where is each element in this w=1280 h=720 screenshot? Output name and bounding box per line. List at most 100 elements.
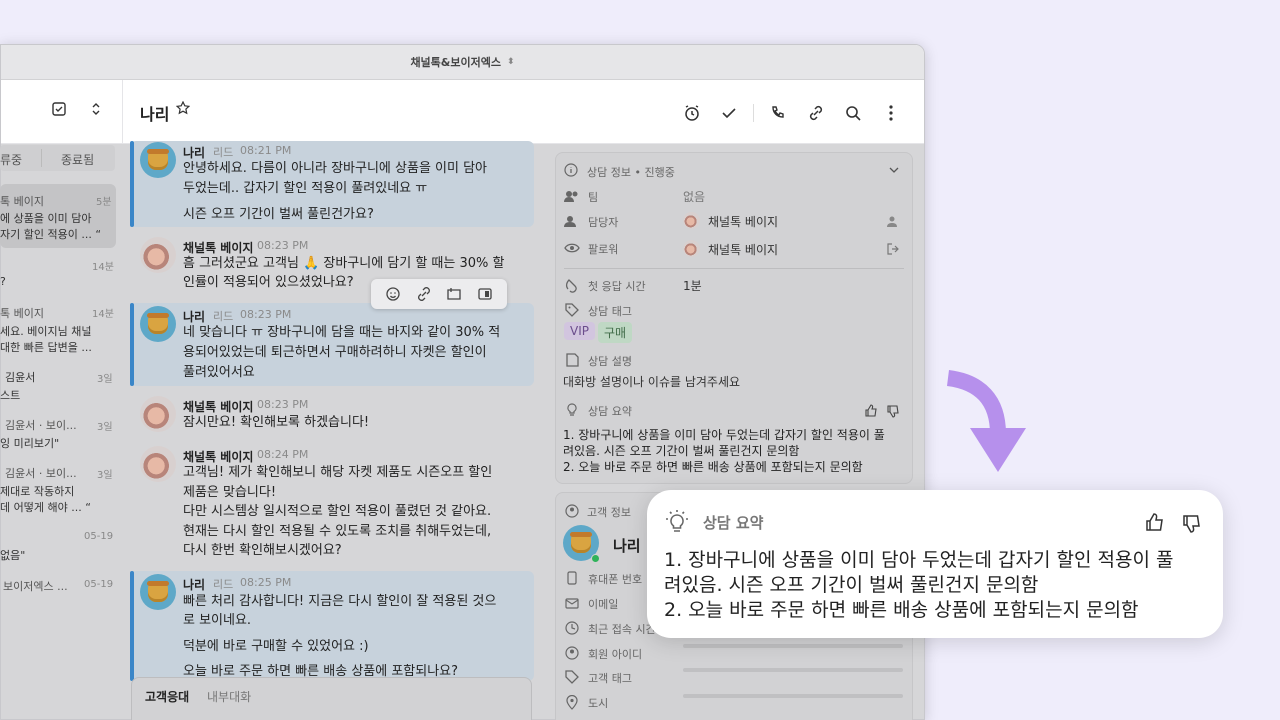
thumbs-down-icon[interactable] (886, 404, 900, 418)
mobile-icon (566, 570, 578, 586)
desc-label: 상담 설명 (588, 355, 632, 368)
message-text: 잠시만요! 확인해보록 하겠습니다! (183, 415, 370, 430)
composer[interactable] (131, 677, 532, 720)
list-item-preview: 에 상품을 이미 담아 (0, 212, 92, 225)
avatar (140, 574, 176, 610)
message-text: 빠른 처리 감사합니다! 지금은 다시 할인이 잘 적용된 것으 (183, 594, 497, 609)
search-icon[interactable] (842, 102, 864, 124)
mail-icon (564, 596, 580, 610)
add-reaction-icon[interactable] (384, 285, 402, 303)
clock-icon (564, 620, 580, 636)
link-icon[interactable] (415, 285, 433, 303)
arrow-icon (946, 370, 1026, 472)
eye-icon (564, 242, 580, 254)
list-item-preview: 대한 빠른 답변을 ... (0, 341, 92, 354)
star-icon[interactable] (175, 100, 191, 116)
check-icon[interactable] (718, 102, 740, 124)
field-label: 최근 접속 시간 (588, 623, 656, 636)
popup-title: 상담 요약 (703, 514, 764, 532)
more-icon[interactable] (880, 102, 902, 124)
placeholder-line (683, 694, 903, 698)
tab-customer-reply[interactable]: 고객응대 (145, 688, 189, 705)
message-text: 덕분에 바로 구매할 수 있었어요 :) (183, 639, 369, 654)
list-item-name: 김윤서 · 보이... (5, 419, 77, 432)
info-title: 상담 정보 • 진행중 (587, 166, 675, 179)
message-role: 리드 (213, 146, 234, 159)
assignee-value[interactable]: 채널톡 베이지 (708, 213, 778, 230)
list-item-preview: 스트 (0, 389, 21, 402)
message-text: 용되어있었는데 퇴근하면서 구매하려하니 자켓은 할인이 (183, 345, 487, 360)
info-icon (564, 163, 578, 177)
divider (753, 104, 754, 122)
bulb-icon (564, 401, 580, 417)
message-text: 안녕하세요. 다름이 아니라 장바구니에 상품을 이미 담아 (183, 161, 488, 176)
assign-icon[interactable] (886, 214, 900, 228)
tag-icon (564, 669, 580, 685)
thumbs-down-icon[interactable] (1181, 513, 1203, 535)
panel-icon[interactable] (476, 285, 494, 303)
list-item-date: 05-19 (84, 579, 114, 590)
message-time: 08:25 PM (240, 576, 292, 589)
list-item-name: 톡 베이지 (0, 307, 44, 320)
tag-purchase[interactable]: 구매 (598, 322, 633, 343)
divider (41, 149, 42, 167)
chevron-down-icon[interactable] (888, 165, 900, 175)
bookmark-icon[interactable] (445, 285, 463, 303)
list-item-name: 보이저엑스 ... (3, 580, 68, 593)
avatar (140, 396, 176, 432)
message-text: 다만 시스템상 일시적으로 할인 적용이 풀렸던 것 같아요. (183, 504, 492, 519)
phone-icon[interactable] (767, 102, 789, 124)
field-label: 도시 (588, 697, 609, 710)
thumbs-up-icon[interactable] (1144, 511, 1166, 533)
message-action-toolbar (371, 279, 507, 309)
list-item-date: 05-19 (84, 531, 114, 542)
workspace-switch-icon[interactable]: ⬍ (507, 57, 515, 67)
sort-icon[interactable] (90, 101, 102, 117)
alarm-icon[interactable] (681, 102, 703, 124)
team-value[interactable]: 없음 (683, 188, 705, 205)
tags-label: 상담 태그 (588, 305, 632, 318)
list-item-preview: 없음" (0, 549, 26, 562)
message-text: 다시 한번 확인해보시겠어요? (183, 543, 342, 558)
follower-label: 팔로워 (588, 243, 619, 256)
tag-vip[interactable]: VIP (564, 322, 595, 340)
tab-closed[interactable]: 종료됨 (61, 151, 94, 168)
first-response-value: 1분 (683, 279, 702, 293)
message-role: 리드 (213, 578, 234, 591)
link-icon[interactable] (805, 102, 827, 124)
tag-icon (564, 302, 580, 318)
customer-info-title: 고객 정보 (587, 506, 631, 519)
member-id-icon (564, 645, 580, 661)
message-time: 08:24 PM (257, 448, 309, 461)
list-item-date: 3일 (97, 374, 113, 385)
checkbox-icon[interactable] (51, 101, 67, 117)
avatar (140, 142, 176, 178)
message-role: 리드 (213, 310, 234, 323)
avatar (140, 446, 176, 482)
message-time: 08:21 PM (240, 144, 292, 157)
popup-line: 려있음. 시즌 오프 기간이 벌써 풀린건지 문의함 (664, 574, 1039, 596)
titlebar: 채널톡&보이저엑스 ⬍ (1, 45, 924, 80)
list-item-preview: 자기 할인 적용이 ... “ (0, 228, 102, 241)
exit-icon[interactable] (886, 242, 900, 256)
bulb-icon (665, 508, 689, 536)
list-item-preview: 데 어떻게 해야 ... “ (0, 501, 91, 514)
assignee-icon (564, 214, 580, 228)
thumbs-up-icon[interactable] (864, 403, 878, 417)
list-item-name: 김윤서 (5, 371, 36, 384)
online-status-dot (591, 554, 600, 563)
list-item-date: 3일 (97, 470, 113, 481)
tab-internal-chat[interactable]: 내부대화 (207, 688, 251, 705)
message-text: 현재는 다시 할인 적용될 수 있도록 조치를 취해두었는데, (183, 524, 492, 539)
avatar (140, 306, 176, 342)
message-text: 흠 그러셨군요 고객님 🙏 장바구니에 담기 할 때는 30% 할 (183, 256, 505, 271)
follower-value[interactable]: 채널톡 베이지 (708, 241, 778, 258)
message-time: 08:23 PM (257, 398, 309, 411)
message-text: 고객님! 제가 확인해보니 해당 자켓 제품도 시즌오프 할인 (183, 465, 493, 480)
summary-line: 려있음. 시즌 오프 기간이 벌써 풀린건지 문의함 (563, 444, 800, 458)
desc-value[interactable]: 대화방 설명이나 이슈를 남겨주세요 (563, 373, 740, 390)
customer-name: 나리 (613, 537, 641, 555)
list-item-preview: ? (0, 275, 6, 288)
list-item-date: 14분 (92, 309, 114, 320)
tab-in-progress[interactable]: 류중 (0, 151, 22, 168)
